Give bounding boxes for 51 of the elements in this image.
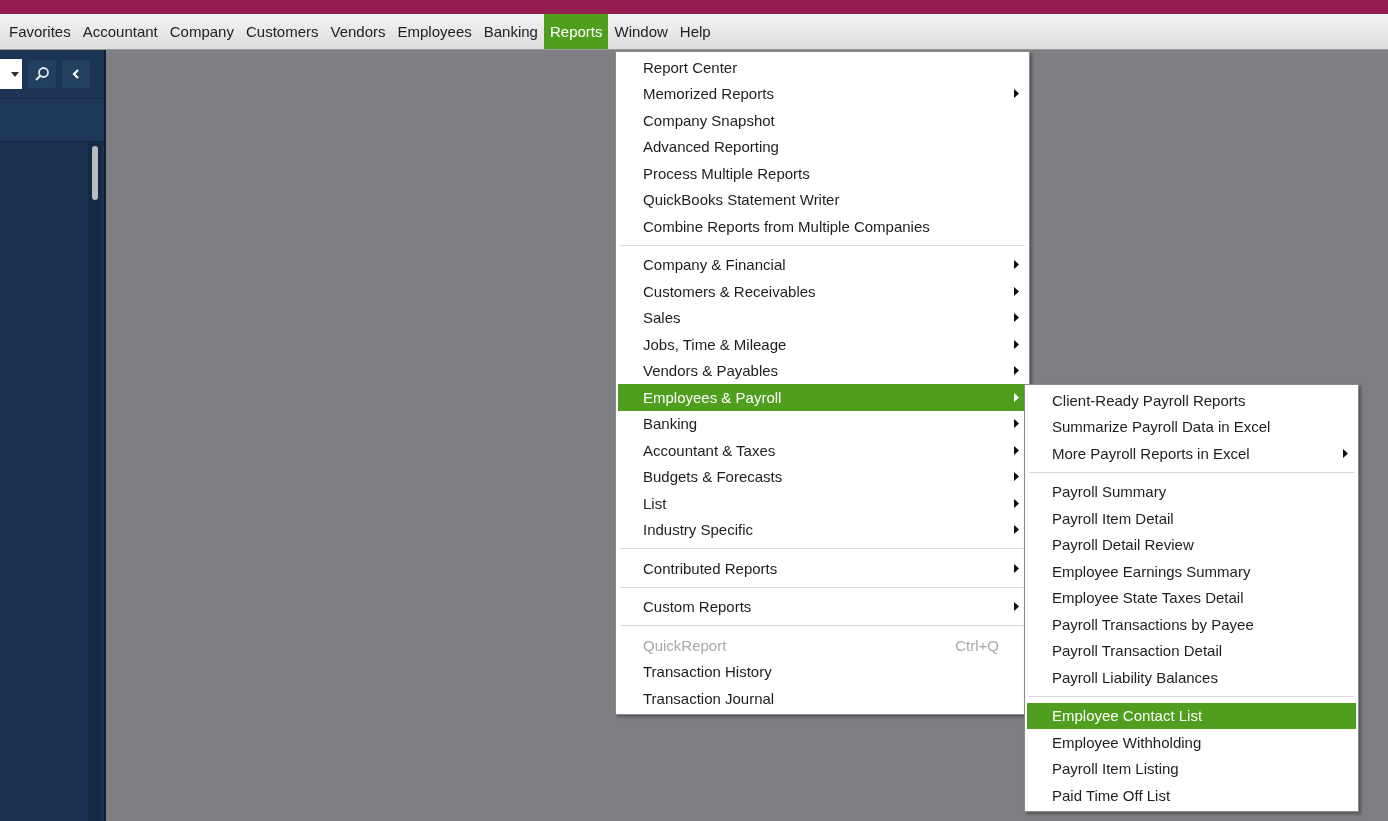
menu-item[interactable]: Summarize Payroll Data in Excel: [1027, 413, 1356, 440]
menu-item[interactable]: Company & Financial: [618, 251, 1027, 278]
menu-item[interactable]: Customers & Receivables: [618, 278, 1027, 305]
menu-item[interactable]: Payroll Transaction Detail: [1027, 637, 1356, 664]
menu-bar-item[interactable]: Vendors: [324, 14, 392, 49]
menu-bar-item[interactable]: Employees: [391, 14, 478, 49]
menu-item[interactable]: Advanced Reporting: [618, 133, 1027, 160]
menu-item[interactable]: Payroll Summary: [1027, 478, 1356, 505]
menu-item[interactable]: Banking: [618, 410, 1027, 437]
menu-item[interactable]: Employee Earnings Summary: [1027, 558, 1356, 585]
menu-item[interactable]: Payroll Item Listing: [1027, 755, 1356, 782]
menu-item[interactable]: More Payroll Reports in Excel: [1027, 440, 1356, 467]
menu-item[interactable]: Sales: [618, 304, 1027, 331]
menu-item[interactable]: List: [618, 490, 1027, 517]
menu-bar-item[interactable]: Favorites: [3, 14, 77, 49]
scrollbar-thumb[interactable]: [92, 146, 98, 200]
collapse-button[interactable]: [62, 60, 90, 88]
menu-item[interactable]: Industry Specific: [618, 516, 1027, 543]
menu-item[interactable]: Combine Reports from Multiple Companies: [618, 213, 1027, 240]
menu-item[interactable]: QuickBooks Statement Writer: [618, 186, 1027, 213]
menu-item[interactable]: Payroll Liability Balances: [1027, 664, 1356, 691]
menu-item[interactable]: Company Snapshot: [618, 107, 1027, 134]
menu-item[interactable]: Memorized Reports: [618, 80, 1027, 107]
menu-item[interactable]: Client-Ready Payroll Reports: [1027, 387, 1356, 414]
search-dropdown[interactable]: [0, 59, 22, 89]
chevron-left-icon: [71, 68, 81, 80]
menu-item[interactable]: Accountant & Taxes: [618, 437, 1027, 464]
menu-item[interactable]: Vendors & Payables: [618, 357, 1027, 384]
menu-item[interactable]: Payroll Item Detail: [1027, 505, 1356, 532]
search-button[interactable]: [28, 60, 56, 88]
menu-bar-item[interactable]: Customers: [239, 14, 325, 49]
menu-item[interactable]: Payroll Transactions by Payee: [1027, 611, 1356, 638]
menu-item[interactable]: Custom Reports: [618, 593, 1027, 620]
menu-bar-item[interactable]: Company: [163, 14, 240, 49]
menu-item[interactable]: Process Multiple Reports: [618, 160, 1027, 187]
menu-item[interactable]: Contributed Reports: [618, 555, 1027, 582]
dropdown-arrow-icon: [11, 71, 19, 77]
menu-bar-item[interactable]: Help: [673, 14, 717, 49]
menu-item[interactable]: Payroll Detail Review: [1027, 531, 1356, 558]
menu-item[interactable]: Paid Time Off List: [1027, 782, 1356, 809]
menu-bar-item[interactable]: Window: [608, 14, 674, 49]
menu-item[interactable]: Transaction Journal: [618, 685, 1027, 712]
menu-item[interactable]: Budgets & Forecasts: [618, 463, 1027, 490]
search-icon: [34, 66, 50, 82]
menu-item[interactable]: Employee State Taxes Detail: [1027, 584, 1356, 611]
menu-bar-item[interactable]: Accountant: [76, 14, 164, 49]
menu-item[interactable]: Report Center: [618, 54, 1027, 81]
menu-item[interactable]: Jobs, Time & Mileage: [618, 331, 1027, 358]
menu-item[interactable]: Transaction History: [618, 658, 1027, 685]
menu-bar-item[interactable]: Banking: [477, 14, 544, 49]
menu-item[interactable]: Employee Withholding: [1027, 729, 1356, 756]
